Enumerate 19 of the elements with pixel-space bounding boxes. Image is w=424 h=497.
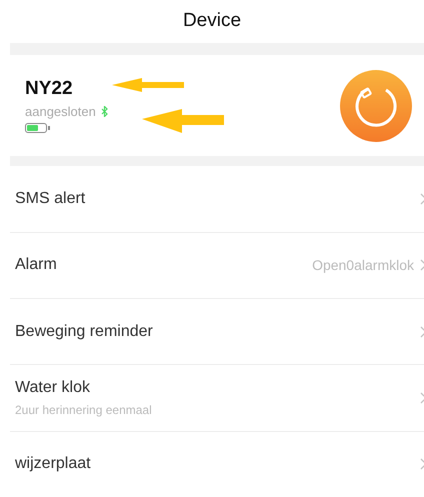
page-title: Device bbox=[182, 10, 242, 32]
menu-row[interactable]: wijzerplaat bbox=[10, 430, 424, 497]
menu-row[interactable]: Alarm Open0alarmklok bbox=[10, 232, 424, 298]
watch-avatar-icon bbox=[340, 70, 412, 142]
menu-label: Beweging reminder bbox=[15, 322, 153, 341]
menu-subtitle: 2uur herinnering eenmaal bbox=[15, 403, 152, 418]
menu-label: wijzerplaat bbox=[15, 455, 91, 474]
menu-label: Water klok bbox=[15, 379, 91, 398]
menu-row[interactable]: SMS alert bbox=[10, 166, 424, 232]
menu-row[interactable]: Beweging reminder bbox=[10, 298, 424, 364]
menu-value: Open0alarmklok bbox=[312, 257, 414, 274]
menu-label: Alarm bbox=[15, 256, 57, 274]
menu-row[interactable]: Water klok 2uur herinnering eenmaal bbox=[10, 364, 424, 431]
connection-status: aangesloten bbox=[25, 104, 96, 119]
arrow-icon bbox=[142, 108, 224, 133]
arrow-icon bbox=[112, 78, 184, 92]
device-name: NY22 bbox=[25, 78, 74, 100]
menu-label: SMS alert bbox=[15, 190, 86, 208]
battery-icon bbox=[25, 123, 47, 133]
